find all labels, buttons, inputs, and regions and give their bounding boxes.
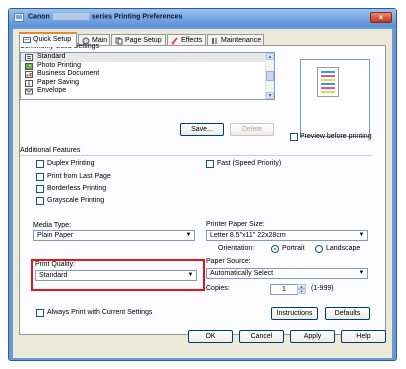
- landscape-label: Landscape: [326, 245, 361, 252]
- portrait-label: Portrait: [282, 245, 305, 252]
- page-setup-icon: [115, 37, 123, 45]
- orientation-label: Orientation:: [218, 245, 255, 252]
- media-type-dropdown-arrow-icon[interactable]: ▼: [183, 231, 194, 240]
- list-scrollbar[interactable]: ▲ ▼: [265, 53, 274, 99]
- preview-pane: [300, 59, 370, 137]
- duplex-printing-checkbox[interactable]: [36, 160, 44, 168]
- business-document-icon: [25, 71, 33, 78]
- landscape-radio[interactable]: [315, 245, 323, 253]
- portrait-radio[interactable]: [271, 245, 279, 253]
- tab-quick-setup[interactable]: Quick Setup: [19, 32, 77, 47]
- paper-saving-icon: [25, 79, 33, 87]
- grayscale-printing-checkbox[interactable]: [36, 197, 44, 205]
- printer-paper-size-select[interactable]: Letter 8.5"x11" 22x28cm ▼: [206, 230, 368, 241]
- print-from-last-page-label: Print from Last Page: [47, 173, 111, 180]
- print-quality-label: Print Quality:: [35, 261, 76, 268]
- redacted-model: [52, 13, 89, 20]
- borderless-printing-checkbox[interactable]: [36, 185, 44, 193]
- scroll-thumb[interactable]: [266, 71, 274, 81]
- standard-icon: [25, 54, 33, 61]
- always-print-label: Always Print with Current Settings: [47, 309, 153, 316]
- list-item-paper-saving[interactable]: Paper Saving: [21, 79, 274, 88]
- copies-spinner[interactable]: ▲ ▼: [297, 284, 306, 295]
- effects-brush-icon: [171, 37, 178, 45]
- list-item-standard[interactable]: Standard: [21, 53, 274, 62]
- scroll-up-icon[interactable]: ▲: [266, 53, 274, 60]
- copies-range-label: (1-999): [311, 285, 334, 292]
- defaults-button[interactable]: Defaults: [325, 307, 370, 320]
- close-button[interactable]: ×: [370, 12, 392, 23]
- media-type-select[interactable]: Plain Paper ▼: [33, 230, 195, 241]
- ok-button[interactable]: OK: [188, 330, 233, 343]
- copies-down-arrow-icon[interactable]: ▼: [297, 289, 306, 294]
- help-button[interactable]: Help: [341, 330, 386, 343]
- list-item-photo-printing[interactable]: Photo Printing: [21, 62, 274, 71]
- print-quality-select[interactable]: Standard ▼: [35, 270, 197, 281]
- save-button[interactable]: Save...: [180, 123, 224, 136]
- preview-before-printing-checkbox[interactable]: [290, 133, 298, 141]
- grayscale-printing-label: Grayscale Printing: [47, 197, 105, 204]
- apply-button[interactable]: Apply: [290, 330, 335, 343]
- copies-input[interactable]: 1: [270, 284, 298, 295]
- instructions-button[interactable]: Instructions: [271, 307, 318, 320]
- paper-source-dropdown-arrow-icon[interactable]: ▼: [356, 269, 367, 278]
- paper-source-label: Paper Source:: [206, 258, 251, 265]
- preview-before-printing-label: Preview before printing: [300, 133, 372, 140]
- fast-speed-priority-label: Fast (Speed Priority): [217, 160, 282, 167]
- printer-paper-size-label: Printer Paper Size:: [206, 221, 265, 228]
- scroll-down-icon[interactable]: ▼: [266, 92, 274, 99]
- envelope-icon: [25, 88, 33, 95]
- window-title: Canon series Printing Preferences: [28, 13, 183, 21]
- page-preview-icon: [317, 67, 339, 97]
- printer-app-icon: [14, 13, 24, 22]
- list-item-business-document[interactable]: Business Document: [21, 70, 274, 79]
- list-item-envelope[interactable]: Envelope: [21, 87, 274, 96]
- borderless-printing-label: Borderless Printing: [47, 185, 107, 192]
- title-bar[interactable]: Canon series Printing Preferences ×: [9, 9, 396, 27]
- commonly-used-settings-list[interactable]: Standard Photo Printing Business Documen…: [20, 52, 275, 100]
- duplex-printing-label: Duplex Printing: [47, 160, 95, 167]
- always-print-checkbox[interactable]: [36, 309, 44, 317]
- copies-label: Copies:: [206, 285, 230, 292]
- paper-source-select[interactable]: Automatically Select ▼: [206, 268, 368, 279]
- quick-setup-icon: [23, 37, 31, 43]
- paper-size-dropdown-arrow-icon[interactable]: ▼: [356, 231, 367, 240]
- photo-icon: [25, 62, 33, 70]
- additional-features-separator: [20, 155, 372, 156]
- fast-speed-priority-checkbox[interactable]: [206, 160, 214, 168]
- delete-button[interactable]: Delete: [230, 123, 274, 136]
- maintenance-tools-icon: [212, 38, 217, 44]
- additional-features-label: Additional Features: [20, 147, 81, 154]
- media-type-label: Media Type:: [33, 222, 72, 229]
- cancel-button[interactable]: Cancel: [239, 330, 284, 343]
- print-quality-dropdown-arrow-icon[interactable]: ▼: [185, 271, 196, 280]
- print-from-last-page-checkbox[interactable]: [36, 173, 44, 181]
